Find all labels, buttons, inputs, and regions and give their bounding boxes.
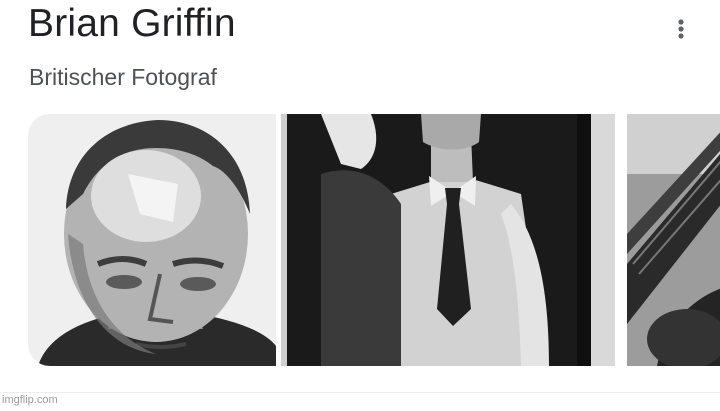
- entity-subtitle: Britischer Fotograf: [29, 64, 217, 90]
- divider: [0, 392, 720, 393]
- more-vert-icon: [678, 19, 684, 39]
- man-in-shirt-and-tie-photo[interactable]: [281, 114, 615, 366]
- portrait-photo[interactable]: [28, 114, 276, 366]
- watermark: imgflip.com: [2, 394, 58, 406]
- escalator-photo[interactable]: [627, 114, 720, 366]
- image-carousel: [28, 114, 720, 366]
- more-options-button[interactable]: [664, 12, 698, 46]
- entity-title: Brian Griffin: [28, 2, 236, 45]
